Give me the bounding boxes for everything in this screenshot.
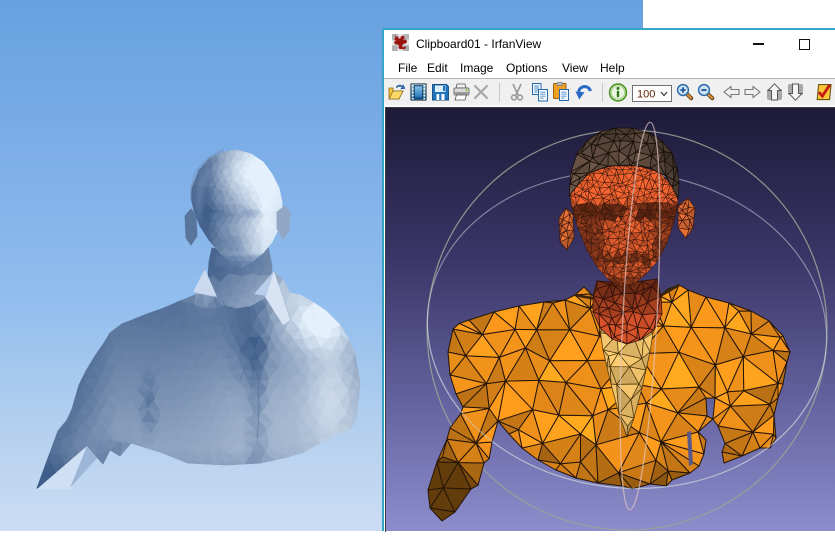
svg-text:100: 100 bbox=[637, 89, 655, 101]
